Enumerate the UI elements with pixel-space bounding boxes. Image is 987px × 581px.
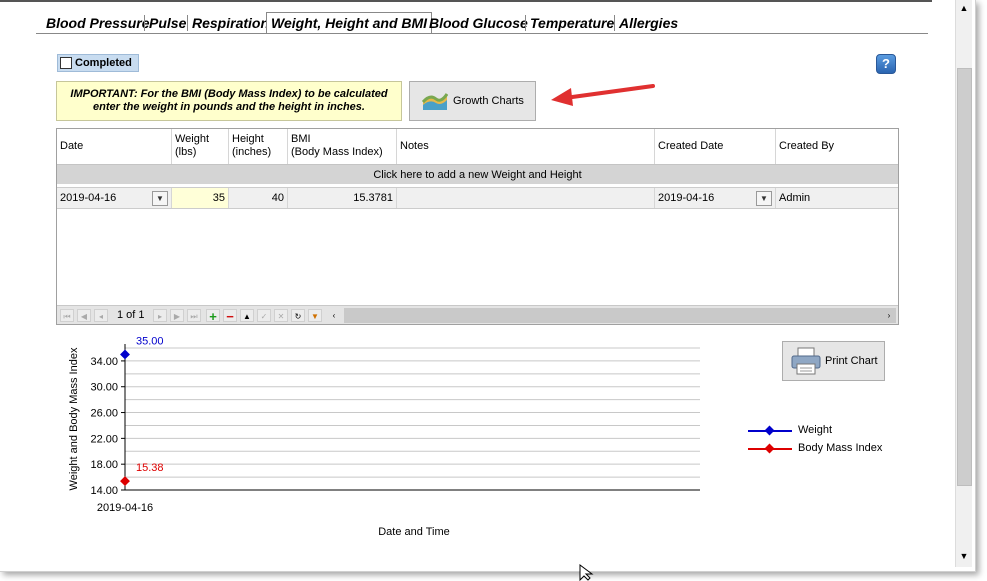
data-point-weight — [120, 349, 130, 360]
y-tick-labels: 14.00 18.00 22.00 26.00 30.00 34.00 — [90, 356, 118, 497]
y-tick-label: 22.00 — [90, 433, 118, 445]
legend-marker-weight — [764, 425, 775, 436]
y-tick-label: 30.00 — [90, 382, 118, 394]
tab-blood-pressure[interactable]: Blood Pressure — [42, 13, 153, 34]
weight-bmi-chart: 14.00 18.00 22.00 26.00 30.00 34.00 35.00 15.3… — [68, 335, 700, 538]
col-header-bmi-line1: BMI — [291, 133, 311, 145]
col-header-bmi[interactable]: BMI (Body Mass Index) — [288, 129, 397, 164]
data-label-bmi: 15.38 — [136, 462, 164, 474]
mouse-cursor-icon — [579, 564, 594, 581]
col-header-height-line1: Height — [232, 133, 264, 145]
notice-line-2: enter the weight in pounds and the heigh… — [93, 101, 365, 113]
filter-icon[interactable]: ▼ — [308, 309, 322, 322]
legend-item-weight: Weight — [746, 421, 906, 439]
tab-respiration[interactable]: Respiration — [188, 13, 273, 34]
prev-page-icon[interactable]: ◂ — [94, 309, 108, 322]
y-tick-label: 26.00 — [90, 408, 118, 420]
chart-gridlines — [125, 347, 700, 491]
growth-charts-button[interactable]: Growth Charts — [409, 81, 536, 121]
scroll-left-icon[interactable]: ‹ — [327, 309, 341, 322]
next-page-icon[interactable]: ▸ — [153, 309, 167, 322]
refresh-icon[interactable]: ↻ — [291, 309, 305, 322]
col-header-notes[interactable]: Notes — [397, 129, 655, 164]
scroll-down-icon[interactable]: ▼ — [956, 548, 972, 565]
tab-temperature[interactable]: Temperature — [526, 13, 618, 34]
grid-pager: ⏮ ◀ ◂ 1 of 1 ▸ ▶ ⏭ + − ▲ ✓ ✕ ↻ ▼ ‹ › — [57, 305, 898, 324]
cell-height[interactable]: 40 — [229, 188, 288, 208]
next-block-icon[interactable]: ▶ — [170, 309, 184, 322]
col-header-bmi-line2: (Body Mass Index) — [291, 146, 383, 158]
cell-date[interactable]: 2019-04-16 ▼ — [57, 188, 172, 208]
y-axis-label: Weight and Body Mass Index — [68, 347, 80, 490]
weight-height-grid: Date Weight (lbs) Height (inches) BMI (B… — [56, 128, 899, 325]
col-header-weight-line1: Weight — [175, 133, 210, 145]
legend-item-bmi: Body Mass Index — [746, 439, 906, 457]
col-header-weight[interactable]: Weight (lbs) — [172, 129, 229, 164]
checkbox-box[interactable] — [60, 57, 72, 69]
scroll-right-icon[interactable]: › — [882, 309, 896, 322]
tab-allergies[interactable]: Allergies — [615, 13, 682, 34]
col-header-weight-line2: (lbs) — [175, 146, 197, 158]
completed-checkbox[interactable]: Completed — [57, 54, 139, 72]
bmi-notice: IMPORTANT: For the BMI (Body Mass Index)… — [56, 81, 402, 121]
y-tick-label: 14.00 — [90, 485, 118, 497]
cell-created-date-value: 2019-04-16 — [658, 192, 715, 204]
notice-line-1: IMPORTANT: For the BMI (Body Mass Index)… — [70, 88, 388, 100]
tab-pulse[interactable]: Pulse — [145, 13, 190, 34]
cancel-edit-icon[interactable]: ✕ — [274, 309, 288, 322]
growth-charts-label: Growth Charts — [453, 95, 524, 107]
tab-weight-height-bmi[interactable]: Weight, Height and BMI — [266, 12, 433, 34]
x-axis-label: Date and Time — [378, 526, 450, 538]
add-new-row-button[interactable]: Click here to add a new Weight and Heigh… — [57, 164, 898, 184]
data-point-bmi — [120, 476, 130, 487]
printer-icon — [791, 347, 821, 375]
cell-date-value: 2019-04-16 — [60, 192, 117, 204]
top-border — [0, 0, 932, 2]
chart-legend: Weight Body Mass Index — [746, 420, 906, 460]
help-icon[interactable]: ? — [876, 54, 896, 74]
col-header-created-date[interactable]: Created Date — [655, 129, 776, 164]
cell-created-date[interactable]: 2019-04-16 ▼ — [655, 188, 776, 208]
scroll-up-icon[interactable]: ▲ — [956, 0, 972, 17]
chart-axes — [121, 344, 700, 491]
horizontal-scrollbar[interactable] — [344, 308, 896, 323]
print-chart-label: Print Chart — [825, 355, 878, 367]
edit-record-icon[interactable]: ▲ — [240, 309, 254, 322]
cell-weight[interactable]: 35 — [172, 188, 229, 208]
cell-bmi: 15.3781 — [288, 188, 397, 208]
cell-notes[interactable] — [397, 188, 655, 208]
chevron-down-icon[interactable]: ▼ — [152, 191, 168, 206]
legend-label-bmi: Body Mass Index — [798, 442, 883, 454]
data-label-weight: 35.00 — [136, 335, 164, 347]
y-tick-label: 34.00 — [90, 356, 118, 368]
growth-chart-icon — [422, 93, 448, 110]
first-page-icon[interactable]: ⏮ — [60, 309, 74, 322]
legend-marker-bmi — [764, 443, 775, 454]
print-chart-button[interactable]: Print Chart — [782, 341, 885, 381]
tab-baseline — [36, 33, 928, 34]
delete-record-icon[interactable]: − — [223, 309, 237, 323]
col-header-height-line2: (inches) — [232, 146, 272, 158]
col-header-created-by[interactable]: Created By — [776, 129, 898, 164]
vertical-scrollbar[interactable]: ▲ ▼ — [955, 0, 972, 567]
cell-created-by: Admin — [779, 192, 811, 204]
chevron-down-icon[interactable]: ▼ — [756, 191, 772, 206]
tab-blood-glucose[interactable]: Blood Glucose — [425, 13, 532, 34]
col-header-date[interactable]: Date — [57, 129, 172, 164]
prev-block-icon[interactable]: ◀ — [77, 309, 91, 322]
last-page-icon[interactable]: ⏭ — [187, 309, 201, 322]
col-header-height[interactable]: Height (inches) — [229, 129, 288, 164]
accept-edit-icon[interactable]: ✓ — [257, 309, 271, 322]
annotation-arrow-icon — [551, 84, 655, 106]
x-tick-label: 2019-04-16 — [97, 502, 153, 514]
chart-series: 35.00 15.38 — [120, 335, 164, 487]
legend-label-weight: Weight — [798, 424, 833, 436]
scrollbar-thumb[interactable] — [957, 68, 972, 486]
completed-label: Completed — [75, 57, 132, 69]
add-record-icon[interactable]: + — [206, 309, 220, 323]
page-info: 1 of 1 — [117, 309, 145, 321]
table-row[interactable]: 2019-04-16 ▼ 35 40 15.3781 2019-04-16 ▼ … — [57, 187, 898, 209]
y-tick-label: 18.00 — [90, 459, 118, 471]
